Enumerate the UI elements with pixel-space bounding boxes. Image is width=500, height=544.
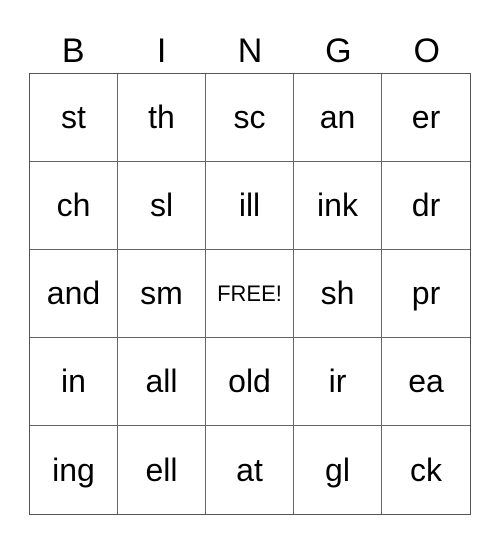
header-letter-o: O — [413, 32, 440, 70]
header-letter-g: G — [325, 32, 352, 70]
bingo-cell[interactable]: st — [30, 74, 118, 162]
bingo-cell[interactable]: an — [294, 74, 382, 162]
free-space-cell[interactable]: FREE! — [206, 250, 294, 338]
bingo-cell[interactable]: ea — [382, 338, 470, 426]
bingo-cell[interactable]: sm — [118, 250, 206, 338]
bingo-cell[interactable]: ch — [30, 162, 118, 250]
header-letter-i: I — [156, 32, 167, 70]
bingo-header: B I N G O — [29, 30, 471, 73]
bingo-cell[interactable]: th — [118, 74, 206, 162]
bingo-cell[interactable]: sc — [206, 74, 294, 162]
bingo-cell[interactable]: pr — [382, 250, 470, 338]
header-letter-n: N — [237, 32, 263, 70]
bingo-cell[interactable]: at — [206, 426, 294, 514]
bingo-cell[interactable]: dr — [382, 162, 470, 250]
bingo-cell[interactable]: ir — [294, 338, 382, 426]
bingo-cell[interactable]: er — [382, 74, 470, 162]
bingo-cell[interactable]: all — [118, 338, 206, 426]
bingo-cell[interactable]: ill — [206, 162, 294, 250]
bingo-cell[interactable]: old — [206, 338, 294, 426]
bingo-cell[interactable]: ell — [118, 426, 206, 514]
bingo-cell[interactable]: ck — [382, 426, 470, 514]
bingo-cell[interactable]: in — [30, 338, 118, 426]
bingo-cell[interactable]: ink — [294, 162, 382, 250]
bingo-grid: st th sc an er ch sl ill ink dr and sm F… — [29, 73, 471, 515]
bingo-cell[interactable]: gl — [294, 426, 382, 514]
bingo-cell[interactable]: ing — [30, 426, 118, 514]
bingo-cell[interactable]: sl — [118, 162, 206, 250]
header-letter-b: B — [61, 32, 85, 70]
bingo-cell[interactable]: and — [30, 250, 118, 338]
bingo-cell[interactable]: sh — [294, 250, 382, 338]
